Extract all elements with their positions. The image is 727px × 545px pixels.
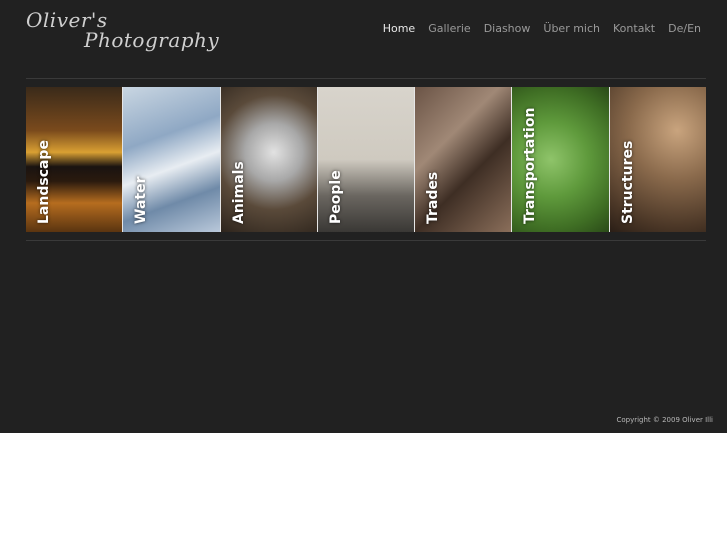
category-tile-people[interactable]: People [317, 87, 416, 232]
category-label: Structures [619, 140, 636, 224]
category-tile-landscape[interactable]: Landscape [26, 87, 124, 232]
nav-ueber-mich[interactable]: Über mich [543, 22, 600, 35]
nav-home[interactable]: Home [383, 22, 415, 35]
nav-language-toggle[interactable]: De/En [668, 22, 701, 35]
copyright-text: Copyright © 2009 Oliver Illi [616, 416, 713, 424]
page-background: Oliver's Photography Home Gallerie Diash… [0, 0, 727, 433]
strip-divider [26, 240, 706, 241]
nav-diashow[interactable]: Diashow [484, 22, 531, 35]
category-label: Landscape [36, 140, 52, 224]
category-strip: Landscape Water Animals People Trades Tr… [26, 87, 706, 232]
main-nav: Home Gallerie Diashow Über mich Kontakt … [383, 22, 701, 35]
category-tile-water[interactable]: Water [123, 87, 221, 232]
category-label: People [327, 170, 344, 224]
site-logo[interactable]: Oliver's Photography [26, 8, 226, 56]
category-label: Transportation [522, 107, 539, 224]
category-label: Water [133, 176, 150, 224]
logo-line-2: Photography [84, 28, 220, 52]
category-label: Trades [425, 171, 442, 224]
category-tile-structures[interactable]: Structures [609, 87, 706, 232]
category-tile-animals[interactable]: Animals [220, 87, 318, 232]
category-tile-transportation[interactable]: Transportation [512, 87, 610, 232]
nav-kontakt[interactable]: Kontakt [613, 22, 655, 35]
header-divider [26, 78, 706, 79]
nav-gallerie[interactable]: Gallerie [428, 22, 471, 35]
category-label: Animals [230, 161, 247, 224]
category-tile-trades[interactable]: Trades [415, 87, 513, 232]
